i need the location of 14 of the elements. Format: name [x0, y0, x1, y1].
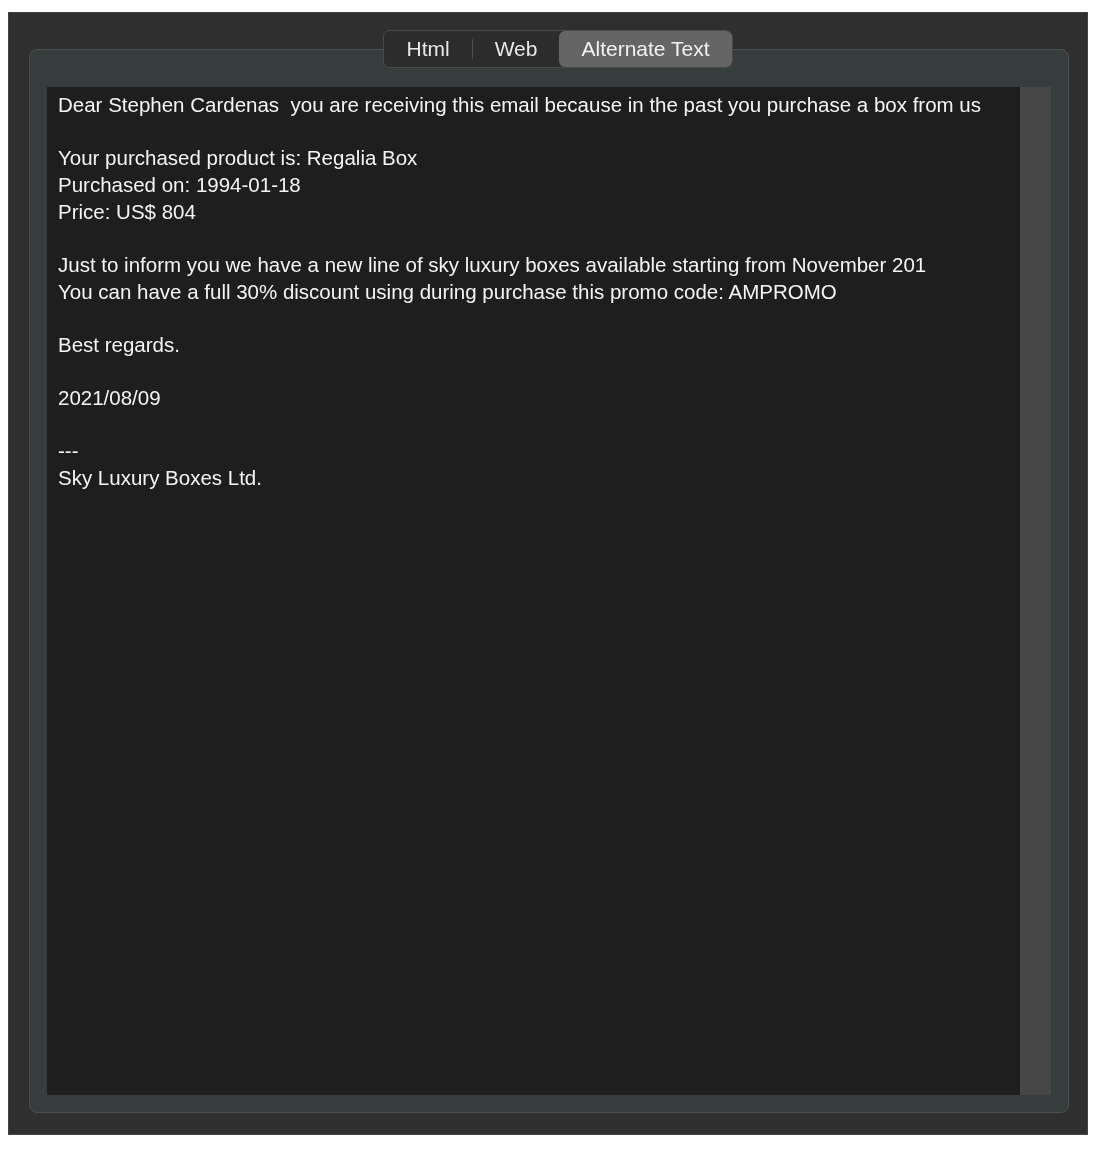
message-line: You can have a full 30% discount using during purchase this promo code: AMPROMO — [58, 279, 838, 305]
tab[interactable]: Alternate Text — [559, 31, 732, 67]
tab[interactable]: Web — [472, 31, 560, 67]
scrollbar-track[interactable] — [1020, 87, 1051, 1095]
message-line: Just to inform you we have a new line of sky luxury boxes available starting from November 201 — [58, 252, 928, 278]
message-line: Your purchased product is: Regalia Box — [58, 145, 419, 171]
message-line: --- — [58, 438, 80, 464]
message-line: Price: US$ 804 — [58, 199, 197, 225]
tab[interactable]: Html — [384, 31, 472, 67]
message-line: Sky Luxury Boxes Ltd. — [58, 465, 263, 491]
message-line: Purchased on: 1994-01-18 — [58, 172, 302, 198]
message-line: 2021/08/09 — [58, 385, 162, 411]
message-line: Dear Stephen Cardenas you are receiving this email because in the past you purchase a box from us — [58, 92, 983, 118]
message-line: Best regards. — [58, 332, 181, 358]
